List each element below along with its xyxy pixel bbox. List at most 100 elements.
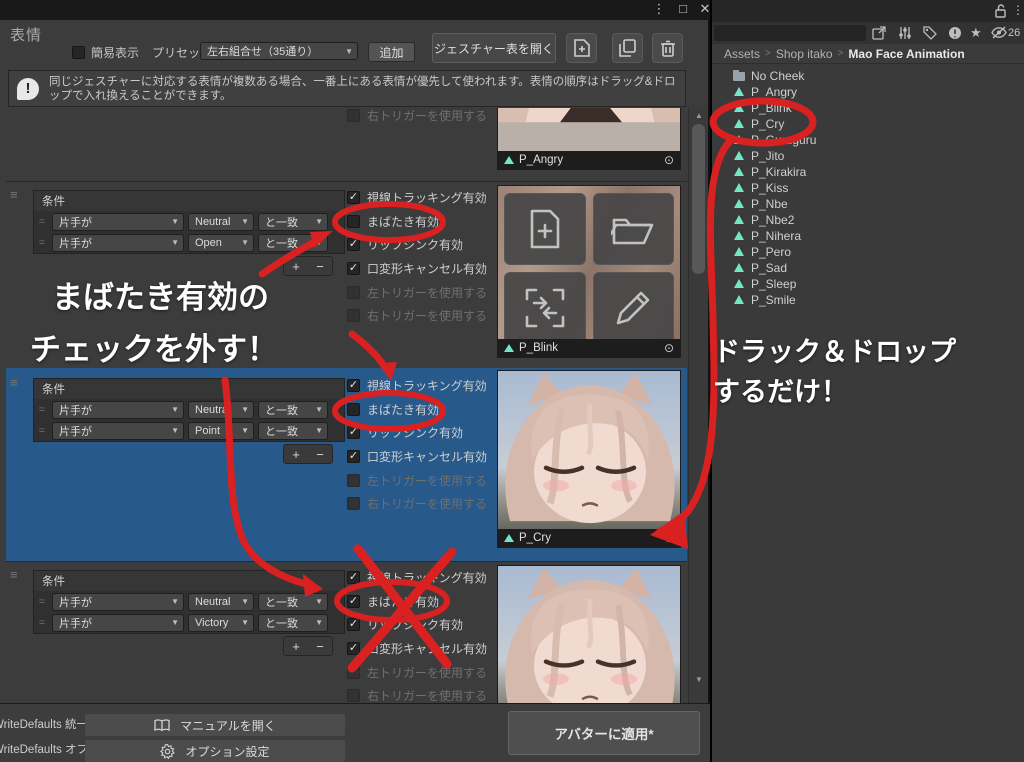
- blink-row[interactable]: ✓まばたき有効: [347, 590, 517, 614]
- right-trigger-row[interactable]: 右トリガーを使用する: [347, 304, 517, 328]
- eye-tracking-row[interactable]: ✓視線トラッキング有効: [347, 566, 517, 590]
- condition-drag-handle[interactable]: =: [36, 425, 48, 437]
- blink-checkbox[interactable]: [347, 403, 360, 416]
- blink-row[interactable]: まばたき有効: [347, 398, 517, 422]
- scroll-up-icon[interactable]: ▲: [689, 111, 709, 120]
- mouth-cancel-checkbox[interactable]: ✓: [347, 450, 360, 463]
- scroll-down-icon[interactable]: ▼: [689, 675, 709, 684]
- breadcrumb-assets[interactable]: Assets: [724, 47, 760, 61]
- new-animation-button[interactable]: [504, 193, 586, 265]
- hand-dropdown[interactable]: 片手が▼: [52, 401, 184, 419]
- mouth-cancel-row[interactable]: ✓口変形キャンセル有効: [347, 445, 517, 469]
- simple-view-toggle[interactable]: 簡易表示: [72, 44, 139, 61]
- project-item[interactable]: P_Kiss: [712, 180, 1024, 196]
- swap-animation-button[interactable]: [504, 272, 586, 339]
- match-dropdown[interactable]: と一致▼: [258, 401, 328, 419]
- gesture-dropdown[interactable]: Point▼: [188, 422, 254, 440]
- lock-open-icon[interactable]: [995, 4, 1006, 18]
- project-item[interactable]: P_Jito: [712, 148, 1024, 164]
- remove-condition-button[interactable]: −: [316, 259, 324, 274]
- project-item[interactable]: P_Guruguru: [712, 132, 1024, 148]
- project-item[interactable]: P_Cry: [712, 116, 1024, 132]
- right-trigger-checkbox[interactable]: [347, 309, 360, 322]
- lipsync-row[interactable]: ✓リップシンク有効: [347, 421, 517, 445]
- eye-tracking-checkbox[interactable]: ✓: [347, 379, 360, 392]
- project-item[interactable]: No Cheek: [712, 68, 1024, 84]
- condition-drag-handle[interactable]: =: [36, 596, 48, 608]
- object-picker-icon[interactable]: ⊙: [664, 153, 674, 167]
- lipsync-row[interactable]: ✓リップシンク有効: [347, 613, 517, 637]
- blink-checkbox[interactable]: [347, 215, 360, 228]
- right-trigger-checkbox[interactable]: [347, 497, 360, 510]
- left-trigger-checkbox[interactable]: [347, 286, 360, 299]
- mouth-cancel-checkbox[interactable]: ✓: [347, 262, 360, 275]
- hand-dropdown[interactable]: 片手が▼: [52, 614, 184, 632]
- lipsync-checkbox[interactable]: ✓: [347, 238, 360, 251]
- gesture-dropdown[interactable]: Victory▼: [188, 614, 254, 632]
- gesture-dropdown[interactable]: Open▼: [188, 234, 254, 252]
- project-item[interactable]: P_Nbe: [712, 196, 1024, 212]
- tag-icon[interactable]: [923, 26, 937, 40]
- open-animation-button[interactable]: [593, 193, 675, 265]
- project-item[interactable]: P_Kirakira: [712, 164, 1024, 180]
- add-condition-button[interactable]: +: [292, 447, 300, 462]
- condition-drag-handle[interactable]: =: [36, 617, 48, 629]
- project-item[interactable]: P_Nbe2: [712, 212, 1024, 228]
- object-picker-icon[interactable]: ⊙: [664, 341, 674, 355]
- open-manual-button[interactable]: マニュアルを開く: [85, 714, 345, 736]
- search-input[interactable]: [714, 25, 866, 41]
- project-item[interactable]: P_Nihera: [712, 228, 1024, 244]
- preview-p-cry[interactable]: P_Cry ⊙: [497, 370, 681, 548]
- eye-tracking-row[interactable]: ✓視線トラッキング有効: [347, 186, 517, 210]
- breadcrumb-current-folder[interactable]: Mao Face Animation: [848, 47, 964, 61]
- match-dropdown[interactable]: と一致▼: [258, 614, 328, 632]
- match-dropdown[interactable]: と一致▼: [258, 213, 328, 231]
- row-drag-handle[interactable]: ≡: [10, 190, 18, 200]
- simple-view-checkbox[interactable]: [72, 46, 85, 59]
- right-trigger-row[interactable]: 右トリガーを使用する: [347, 108, 487, 128]
- hand-dropdown[interactable]: 片手が▼: [52, 213, 184, 231]
- window-menu-icon[interactable]: ⋮: [650, 1, 668, 17]
- hand-dropdown[interactable]: 片手が▼: [52, 593, 184, 611]
- left-trigger-row[interactable]: 左トリガーを使用する: [347, 660, 517, 684]
- add-condition-button[interactable]: +: [292, 639, 300, 654]
- row-drag-handle[interactable]: ≡: [10, 378, 18, 388]
- condition-drag-handle[interactable]: =: [36, 404, 48, 416]
- apply-to-avatar-button[interactable]: アバターに適用*: [508, 711, 700, 755]
- lipsync-row[interactable]: ✓リップシンク有効: [347, 233, 517, 257]
- project-item[interactable]: P_Sleep: [712, 276, 1024, 292]
- remove-condition-button[interactable]: −: [316, 639, 324, 654]
- preset-dropdown[interactable]: 左右組合せ（35通り） ▼: [200, 42, 358, 60]
- project-item[interactable]: P_Pero: [712, 244, 1024, 260]
- hidden-eye-icon[interactable]: [991, 26, 1007, 39]
- object-picker-icon[interactable]: ⊙: [664, 531, 674, 545]
- gesture-dropdown[interactable]: Neutral▼: [188, 401, 254, 419]
- left-trigger-checkbox[interactable]: [347, 474, 360, 487]
- match-dropdown[interactable]: と一致▼: [258, 422, 328, 440]
- lipsync-checkbox[interactable]: ✓: [347, 426, 360, 439]
- project-item[interactable]: P_Angry: [712, 84, 1024, 100]
- left-trigger-row[interactable]: 左トリガーを使用する: [347, 280, 517, 304]
- lipsync-checkbox[interactable]: ✓: [347, 618, 360, 631]
- gesture-dropdown[interactable]: Neutral▼: [188, 213, 254, 231]
- left-trigger-checkbox[interactable]: [347, 666, 360, 679]
- breadcrumb-shop-itako[interactable]: Shop itako: [776, 47, 833, 61]
- option-settings-button[interactable]: オプション設定: [85, 740, 345, 762]
- open-gesture-table-button[interactable]: ジェスチャー表を開く: [432, 33, 556, 63]
- blink-checkbox[interactable]: ✓: [347, 595, 360, 608]
- favorite-star-icon[interactable]: ★: [970, 25, 982, 41]
- mouth-cancel-row[interactable]: ✓口変形キャンセル有効: [347, 637, 517, 661]
- hand-dropdown[interactable]: 片手が▼: [52, 422, 184, 440]
- right-trigger-row[interactable]: 右トリガーを使用する: [347, 492, 517, 516]
- remove-condition-button[interactable]: −: [316, 447, 324, 462]
- edit-animation-button[interactable]: [593, 272, 675, 339]
- blink-row[interactable]: まばたき有効: [347, 210, 517, 234]
- project-item[interactable]: P_Sad: [712, 260, 1024, 276]
- match-dropdown[interactable]: と一致▼: [258, 593, 328, 611]
- eye-tracking-row[interactable]: ✓視線トラッキング有効: [347, 374, 517, 398]
- alert-circle-icon[interactable]: [948, 26, 962, 40]
- delete-button[interactable]: [652, 33, 683, 63]
- right-trigger-checkbox[interactable]: [347, 109, 360, 122]
- add-condition-button[interactable]: +: [292, 259, 300, 274]
- open-window-icon[interactable]: [872, 26, 886, 40]
